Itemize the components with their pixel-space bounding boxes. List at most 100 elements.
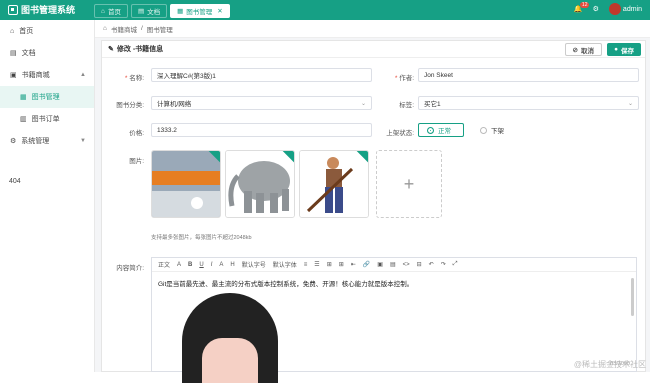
avatar: [609, 3, 621, 15]
card-header: ✎ 修改 -书籍信息 ⊘取消 ●保存: [102, 41, 645, 58]
sidebar-item-bookstore[interactable]: ▣书籍商城▲: [0, 64, 94, 86]
document-icon: ▤: [10, 49, 17, 57]
table-icon[interactable]: ⊟: [417, 261, 422, 268]
edit-icon: ✎: [108, 45, 114, 53]
video-icon[interactable]: ▤: [390, 261, 396, 268]
shop-icon: ▣: [10, 71, 17, 79]
images-label: 图片:: [104, 155, 144, 165]
sidebar-item-book-management[interactable]: ▦图书管理: [0, 86, 94, 108]
undo-icon[interactable]: ↶: [429, 261, 434, 268]
book-cover-image: [152, 151, 221, 218]
notification-badge: 12: [580, 2, 590, 8]
tab-bar: ⌂首页 ▤文档 ▦图书管理✕: [94, 4, 230, 18]
uploaded-image[interactable]: [299, 150, 369, 218]
sidebar: ⌂首页 ▤文档 ▣书籍商城▲ ▦图书管理 ▥图书订单 ⚙系统管理▼ 404: [0, 20, 95, 372]
elephant-image: [226, 151, 295, 218]
rich-text-editor[interactable]: 正文 A B U I A H 默认字号 默认字体 ≡ ☰ ⊞ ⊞ ⇤ 🔗 ▣ ▤…: [151, 257, 637, 372]
tab-book-management[interactable]: ▦图书管理✕: [170, 4, 230, 18]
sidebar-item-docs[interactable]: ▤文档: [0, 42, 94, 64]
book-icon: ▦: [177, 7, 183, 15]
status-radio-off[interactable]: 下架: [472, 123, 518, 137]
watermark: @稀土掘金技术社区: [574, 359, 646, 370]
font-family-select[interactable]: 默认字体: [273, 260, 297, 269]
order-icon: ▥: [20, 115, 27, 123]
todo-icon[interactable]: ⊞: [327, 261, 332, 268]
chevron-down-icon: ⌄: [628, 100, 633, 107]
sidebar-item-404[interactable]: 404: [9, 178, 21, 185]
home-icon[interactable]: ⌂: [103, 25, 107, 32]
top-bar: 图书管理系统 ⌂首页 ▤文档 ▦图书管理✕ 🔔12 ⚙ admin: [0, 0, 650, 20]
underline-icon[interactable]: U: [199, 262, 203, 268]
intro-label: 内容简介:: [100, 262, 144, 272]
radio-dot: [480, 127, 487, 134]
uploaded-image[interactable]: [151, 150, 221, 218]
gear-icon: ⚙: [10, 137, 16, 145]
settings-icon[interactable]: ⚙: [593, 5, 599, 13]
home-icon: ⌂: [10, 28, 14, 35]
save-icon: ●: [614, 46, 618, 53]
tag-select[interactable]: 买它1⌄: [418, 96, 639, 110]
category-label: 图书分类:: [104, 99, 144, 109]
chevron-down-icon: ▼: [80, 138, 86, 144]
cancel-icon: ⊘: [573, 46, 578, 54]
cancel-button[interactable]: ⊘取消: [565, 43, 602, 56]
embedded-image: [182, 293, 278, 383]
font-style-icon[interactable]: A: [177, 262, 181, 268]
author-input[interactable]: Jon Skeet: [418, 68, 639, 82]
page-title: 修改 -书籍信息: [117, 44, 163, 54]
close-icon[interactable]: ✕: [217, 7, 222, 15]
image-icon[interactable]: ▣: [377, 261, 383, 268]
save-button[interactable]: ●保存: [607, 43, 641, 56]
category-select[interactable]: 计算机/网络⌄: [151, 96, 372, 110]
align-icon[interactable]: ⊞: [339, 261, 344, 268]
breadcrumb-item: 图书管理: [147, 24, 173, 34]
tag-label: 标签:: [380, 99, 414, 109]
editor-scrollbar[interactable]: [631, 278, 634, 316]
ordered-list-icon[interactable]: ☰: [314, 261, 319, 268]
link-icon[interactable]: 🔗: [363, 261, 370, 268]
tab-docs[interactable]: ▤文档: [131, 4, 167, 18]
status-radio-on[interactable]: 正常: [418, 123, 464, 137]
tab-home[interactable]: ⌂首页: [94, 4, 128, 18]
bell-icon[interactable]: 🔔12: [574, 5, 583, 13]
book-icon: [8, 5, 18, 15]
sidebar-item-home[interactable]: ⌂首页: [0, 20, 94, 42]
user-menu[interactable]: admin: [609, 3, 642, 15]
status-label: 上架状态:: [372, 127, 414, 137]
price-input[interactable]: 1333.2: [151, 123, 372, 137]
editor-text: Git是当前最先进、最主流的分布式版本控制系统，免费、开源！核心能力就是版本控制…: [158, 281, 413, 288]
top-right-tools: 🔔12 ⚙ admin: [574, 3, 642, 15]
code-icon[interactable]: <>: [403, 262, 410, 268]
list-icon[interactable]: ≡: [304, 262, 308, 268]
breadcrumb: ⌂ 书籍商城 / 图书管理: [95, 20, 650, 38]
chevron-up-icon: ▲: [80, 72, 86, 78]
upload-hint: 支持最多张图片，每张图片不超过2048kb: [151, 233, 252, 241]
face-shape: [202, 338, 258, 383]
radio-dot: [427, 127, 434, 134]
font-color-icon[interactable]: A: [219, 262, 223, 268]
editor-content[interactable]: Git是当前最先进、最主流的分布式版本控制系统，免费、开源！核心能力就是版本控制…: [152, 272, 636, 294]
bold-icon[interactable]: B: [188, 262, 192, 268]
author-label: * 作者:: [380, 72, 414, 82]
fullscreen-icon[interactable]: ⤢: [453, 261, 458, 268]
uploaded-image[interactable]: [225, 150, 295, 218]
name-label: * 名称:: [110, 72, 144, 82]
add-image-button[interactable]: +: [376, 150, 442, 218]
paragraph-format-select[interactable]: 正文: [158, 260, 170, 269]
chevron-down-icon: ⌄: [361, 100, 366, 107]
fighter-image: [300, 151, 369, 218]
redo-icon[interactable]: ↷: [441, 261, 446, 268]
indent-icon[interactable]: ⇤: [351, 261, 356, 268]
document-icon: ▤: [138, 7, 144, 15]
sidebar-item-system[interactable]: ⚙系统管理▼: [0, 130, 94, 152]
book-icon: ▦: [20, 93, 27, 101]
font-size-select[interactable]: 默认字号: [242, 260, 266, 269]
app-logo[interactable]: 图书管理系统: [8, 3, 75, 16]
home-icon: ⌂: [101, 8, 105, 15]
sidebar-item-book-orders[interactable]: ▥图书订单: [0, 108, 94, 130]
italic-icon[interactable]: I: [211, 262, 213, 268]
name-input[interactable]: 深入理解C#(第3版)1: [151, 68, 372, 82]
breadcrumb-item[interactable]: 书籍商城: [111, 24, 137, 34]
price-label: 价格:: [104, 127, 144, 137]
highlight-icon[interactable]: H: [230, 262, 234, 268]
